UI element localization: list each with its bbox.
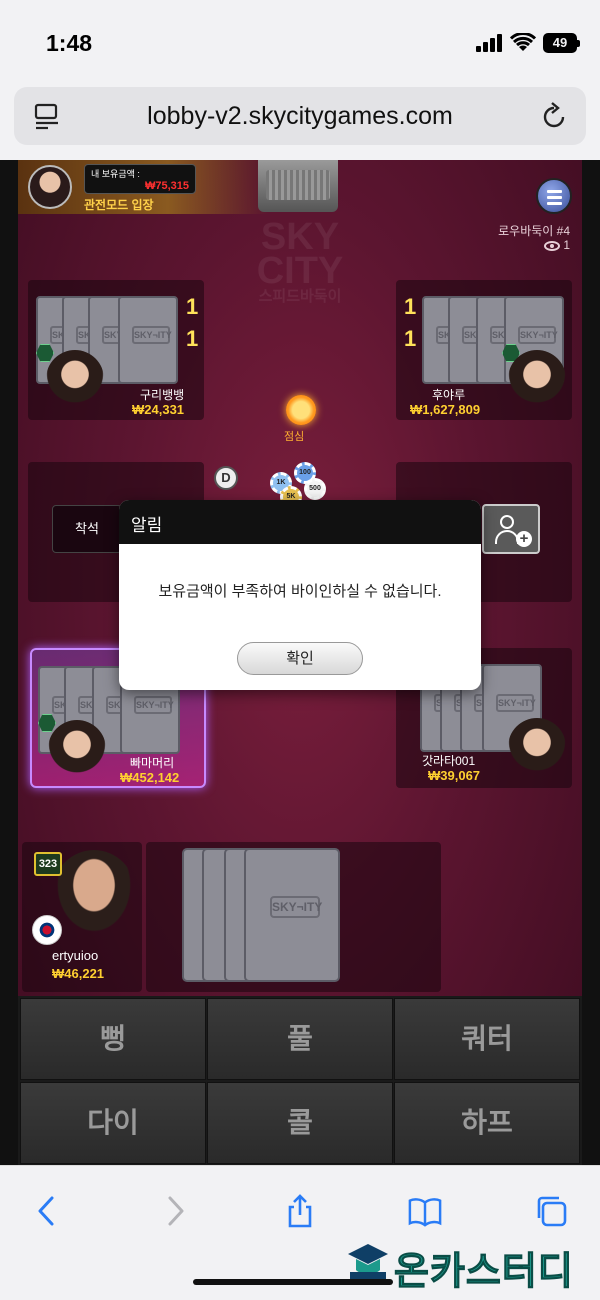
invite-user-icon[interactable]: +	[482, 504, 540, 554]
status-time: 1:48	[46, 30, 93, 56]
room-name: 로우바둑이 #4	[498, 224, 570, 238]
dealer-button: D	[214, 466, 238, 490]
balance-box: 내 보유금액 : ₩75,315	[84, 164, 196, 194]
status-bar: 1:48 49	[0, 0, 600, 82]
player-name: 구리뱅뱅	[140, 388, 185, 402]
action-full-button[interactable]: 풀	[207, 998, 393, 1080]
player-avatar	[48, 720, 106, 778]
viewer-count-value: 1	[563, 238, 570, 252]
cellular-signal-icon	[476, 34, 504, 52]
alert-header: 알림	[119, 500, 481, 544]
chip: 500	[304, 478, 326, 500]
player-name: 갓라타001	[422, 754, 476, 768]
my-name: ertyuioo	[52, 948, 99, 963]
my-cards-panel	[146, 842, 441, 992]
card-count: 1	[186, 326, 199, 351]
my-card[interactable]	[244, 848, 340, 982]
alert-message: 보유금액이 부족하여 바이인하실 수 없습니다.	[158, 583, 442, 600]
flag-icon	[32, 915, 62, 945]
action-half-button[interactable]: 하프	[394, 1082, 580, 1164]
player-seat[interactable]: 1 1 후야루 ₩1,627,809	[396, 280, 572, 420]
player-money: ₩24,331	[132, 402, 185, 417]
lunch-label: 점심	[284, 431, 305, 443]
action-call-button[interactable]: 콜	[207, 1082, 393, 1164]
forward-icon[interactable]	[158, 1194, 192, 1228]
player-money: ₩39,067	[428, 768, 481, 783]
action-die-button[interactable]: 다이	[20, 1082, 206, 1164]
spectate-mode-link[interactable]: 관전모드 입장	[84, 196, 154, 213]
bookmarks-icon[interactable]	[408, 1194, 442, 1228]
player-name: 후야루	[432, 388, 466, 402]
sit-button[interactable]: 착석	[52, 505, 122, 553]
player-money: ₩1,627,809	[410, 402, 481, 417]
alert-dialog: 알림 보유금액이 부족하여 바이인하실 수 없습니다. 확인	[119, 500, 481, 690]
viewer-count: 1	[544, 238, 570, 252]
game-border-left	[0, 160, 18, 1165]
eye-icon	[544, 240, 561, 251]
confirm-button[interactable]: 확인	[237, 642, 363, 675]
home-indicator	[193, 1279, 393, 1285]
game-border-right	[582, 160, 600, 1165]
my-avatar[interactable]	[52, 850, 136, 938]
url-text[interactable]: lobby-v2.skycitygames.com	[14, 102, 586, 131]
menu-icon[interactable]	[536, 178, 572, 214]
alert-title: 알림	[131, 516, 163, 535]
player-avatar	[46, 350, 104, 408]
watermark-line2: CITY	[256, 250, 344, 292]
player-seat[interactable]: 1 1 구리뱅뱅 ₩24,331	[28, 280, 204, 420]
card-count: 1	[404, 326, 417, 351]
wifi-icon	[510, 33, 536, 51]
action-quarter-button[interactable]: 쿼터	[394, 998, 580, 1080]
battery-indicator: 49	[543, 33, 580, 53]
table-watermark: SKY CITY 스피드바둑이	[250, 216, 350, 306]
my-money: ₩46,221	[52, 966, 105, 981]
player-avatar	[508, 718, 566, 776]
graduation-cap-icon	[348, 1244, 388, 1280]
balance-value: ₩75,315	[144, 180, 189, 192]
action-panel: 뻥 풀 쿼터 다이 콜 하프	[18, 996, 582, 1165]
card-back	[118, 296, 178, 384]
tabs-icon[interactable]	[534, 1194, 568, 1228]
card-deck	[258, 160, 338, 212]
back-icon[interactable]	[30, 1194, 64, 1228]
my-profile-avatar[interactable]	[28, 165, 72, 209]
reader-icon[interactable]	[34, 102, 60, 130]
watermark-brand-text: 온카스터디	[394, 1251, 574, 1294]
player-money: ₩452,142	[120, 770, 180, 785]
level-badge: 323	[34, 852, 62, 876]
card-count: 1	[186, 294, 199, 319]
card-count: 1	[404, 294, 417, 319]
share-icon[interactable]	[283, 1194, 317, 1228]
address-bar[interactable]: lobby-v2.skycitygames.com	[14, 87, 586, 145]
watermark-sub: 스피드바둑이	[258, 288, 342, 305]
sun-icon	[286, 395, 316, 425]
screen: 1:48 49 lobby-v2.skycitygames.com 내 보유금액…	[0, 0, 600, 1300]
action-bbing-button[interactable]: 뻥	[20, 998, 206, 1080]
watermark-line1: SKY	[260, 216, 340, 258]
player-name: 빠마머리	[130, 756, 175, 770]
balance-label: 내 보유금액 :	[91, 169, 140, 179]
reload-icon[interactable]	[541, 101, 569, 131]
player-avatar	[508, 350, 566, 408]
